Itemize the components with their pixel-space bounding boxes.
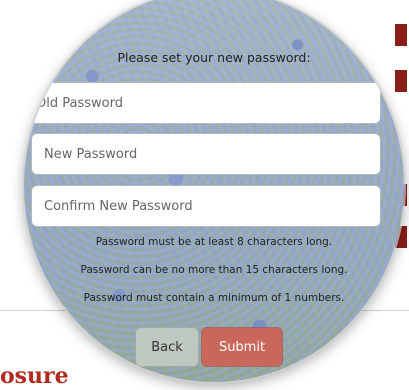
password-rule-max-length: Password can be no more than 15 characte… <box>80 264 348 276</box>
magnifier-lens: Please set your new password: Old Passwo… <box>24 0 404 382</box>
form-prompt: Please set your new password: <box>117 50 311 65</box>
password-form: Please set your new password: Old Passwo… <box>24 0 404 382</box>
page: osure Please set your new password: Old … <box>0 0 409 390</box>
confirm-password-field[interactable]: Confirm New Password <box>32 186 380 226</box>
password-rule-numbers: Password must contain a minimum of 1 num… <box>83 292 345 304</box>
new-password-field[interactable]: New Password <box>32 134 380 174</box>
password-rule-min-length: Password must be at least 8 characters l… <box>95 236 333 248</box>
old-password-field[interactable]: Old Password <box>28 83 380 123</box>
submit-button[interactable]: Submit <box>202 328 282 366</box>
back-button[interactable]: Back <box>136 328 198 366</box>
